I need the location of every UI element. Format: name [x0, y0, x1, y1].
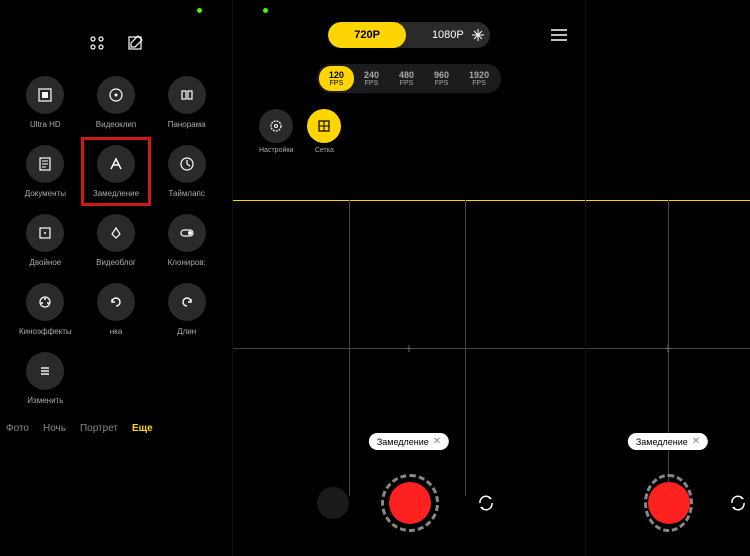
mode-label: Видеоблог [96, 258, 136, 267]
close-icon[interactable]: ✕ [433, 436, 441, 447]
camera-view-2: + Замедление ✕ [585, 0, 750, 556]
setting-gear[interactable]: Настройки [259, 109, 293, 154]
timelapse-icon [168, 145, 206, 183]
mode-label: Двойное [29, 258, 61, 267]
mode-clone[interactable]: Клониров: [151, 206, 222, 275]
dot-circle-icon [97, 76, 135, 114]
flash-icon[interactable] [471, 28, 485, 42]
mode-chip-label: Замедление [636, 437, 688, 447]
grid-overlay: + [233, 200, 585, 496]
setting-grid[interactable]: Сетка [307, 109, 341, 154]
mode-chip[interactable]: Замедление ✕ [369, 433, 449, 450]
fps-960[interactable]: 960FPS [424, 66, 459, 91]
fps-480[interactable]: 480FPS [389, 66, 424, 91]
dual-icon [26, 214, 64, 252]
mode-grid: Ultra HD Видеоклип Панорама Документы Замедл… [0, 68, 232, 413]
edit-list-icon [26, 352, 64, 390]
mode-label: нка [110, 327, 123, 336]
mode-cinema[interactable]: Киноэффекты [10, 275, 81, 344]
shutter-button[interactable] [644, 474, 693, 532]
mode-label: Замедление [93, 189, 139, 198]
fps-1920[interactable]: 1920FPS [459, 66, 499, 91]
apps-icon[interactable] [88, 34, 106, 52]
mode-long[interactable]: Длин [151, 275, 222, 344]
tab-Ночь[interactable]: Ночь [43, 423, 66, 434]
menu-icon[interactable] [551, 29, 567, 41]
gallery-thumb[interactable] [317, 487, 349, 519]
shutter-button[interactable] [381, 474, 439, 532]
fps-240[interactable]: 240FPS [354, 66, 389, 91]
status-dot [197, 8, 202, 13]
mode-ultra-hd[interactable]: Ultra HD [10, 68, 81, 137]
resolution-720P[interactable]: 720P [328, 22, 406, 48]
mode-label: Таймлапс [168, 189, 204, 198]
tab-Еще[interactable]: Еще [132, 423, 153, 434]
setting-label: Настройки [259, 147, 293, 154]
resolution-toggle: 720P1080P [328, 22, 490, 48]
grid-icon [307, 109, 341, 143]
fps-selector: 120FPS240FPS480FPS960FPS1920FPS [317, 64, 501, 93]
shutter-inner [648, 482, 690, 524]
mode-label: Документы [25, 189, 66, 198]
mode-label: Длин [177, 327, 196, 336]
cinema-icon [26, 283, 64, 321]
switch-camera-icon[interactable] [471, 488, 501, 518]
clone-icon [168, 214, 206, 252]
long-icon [168, 283, 206, 321]
gear-icon [259, 109, 293, 143]
mode-chip[interactable]: Замедление ✕ [628, 433, 708, 450]
vlog-icon [97, 214, 135, 252]
mode-picker-panel: Ultra HD Видеоклип Панорама Документы Замедл… [0, 0, 232, 556]
fps-120[interactable]: 120FPS [319, 66, 354, 91]
reverse-icon [97, 283, 135, 321]
focus-plus-icon: + [405, 340, 413, 356]
mode-label: Панорама [168, 120, 206, 129]
mode-label: Видеоклип [96, 120, 136, 129]
mode-document[interactable]: Документы [10, 137, 81, 206]
focus-plus-icon: + [664, 340, 672, 356]
grid-overlay: + [586, 200, 750, 496]
tab-Фото[interactable]: Фото [6, 423, 29, 434]
edit-icon[interactable] [126, 34, 144, 52]
mode-edit-list[interactable]: Изменить [10, 344, 81, 413]
slowmo-icon [97, 145, 135, 183]
mode-timelapse[interactable]: Таймлапс [151, 137, 222, 206]
document-icon [26, 145, 64, 183]
panorama-icon [168, 76, 206, 114]
switch-camera-icon[interactable] [725, 488, 750, 518]
close-icon[interactable]: ✕ [692, 436, 700, 447]
mode-dot-circle[interactable]: Видеоклип [81, 68, 152, 137]
ultra-hd-icon [26, 76, 64, 114]
shutter-inner [389, 482, 431, 524]
mode-chip-label: Замедление [377, 437, 429, 447]
mode-label: Киноэффекты [19, 327, 72, 336]
mode-slowmo[interactable]: Замедление [81, 137, 152, 206]
mode-label: Изменить [27, 396, 63, 405]
mode-reverse[interactable]: нка [81, 275, 152, 344]
tab-Портрет[interactable]: Портрет [80, 423, 118, 434]
settings-row: Настройки Сетка [233, 93, 585, 154]
camera-view-1: 720P1080P 120FPS240FPS480FPS960FPS1920FP… [232, 0, 585, 556]
mode-label: Ultra HD [30, 120, 61, 129]
bottom-tabs: Фото Ночь Портрет Еще [0, 423, 232, 434]
viewfinder-area: 720P1080P 120FPS240FPS480FPS960FPS1920FP… [232, 0, 750, 556]
mode-dual[interactable]: Двойное [10, 206, 81, 275]
mode-label: Клониров: [168, 258, 206, 267]
setting-label: Сетка [315, 147, 334, 154]
mode-vlog[interactable]: Видеоблог [81, 206, 152, 275]
mode-panorama[interactable]: Панорама [151, 68, 222, 137]
